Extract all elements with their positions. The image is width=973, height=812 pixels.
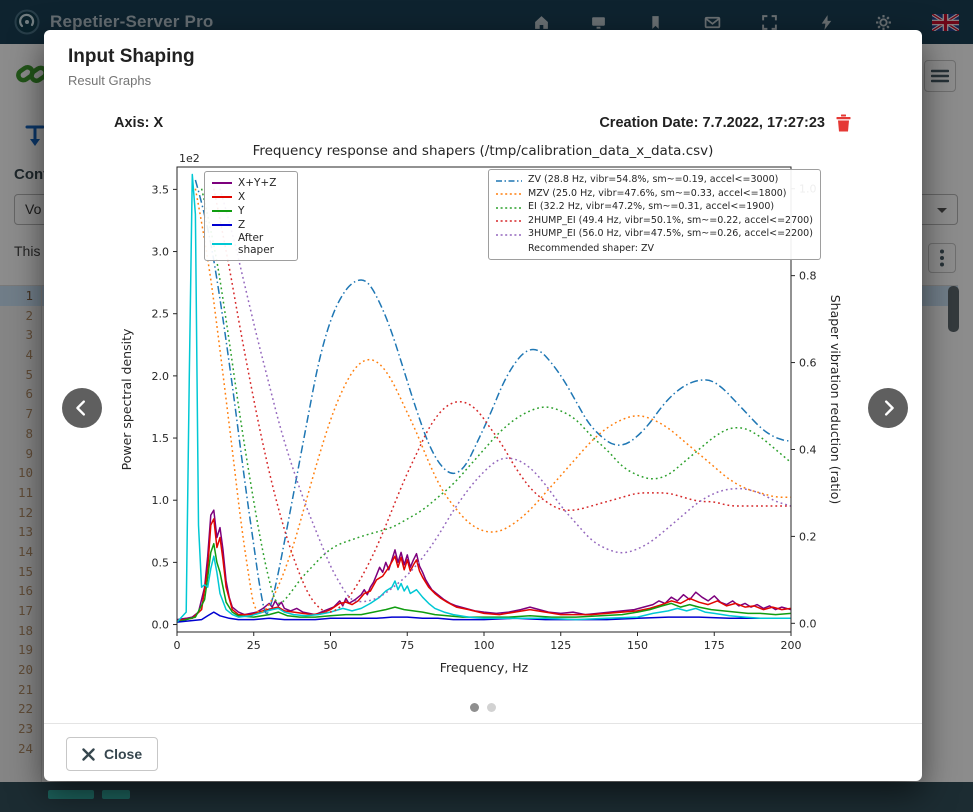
svg-text:0.6: 0.6 bbox=[799, 357, 817, 370]
svg-text:0.0: 0.0 bbox=[152, 619, 170, 632]
close-button-label: Close bbox=[104, 746, 142, 762]
legend-swatch bbox=[212, 195, 232, 199]
svg-text:100: 100 bbox=[474, 639, 495, 652]
modal-footer: Close bbox=[44, 723, 922, 784]
legend-label: Y bbox=[238, 205, 244, 217]
svg-text:Frequency response and shapers: Frequency response and shapers (/tmp/cal… bbox=[253, 143, 714, 159]
legend-swatch bbox=[212, 242, 232, 246]
trash-icon bbox=[835, 114, 852, 132]
modal-header: Input Shaping Result Graphs bbox=[44, 30, 922, 88]
legend-recommended-note: Recommended shaper: ZV bbox=[496, 242, 813, 256]
legend-swatch bbox=[496, 192, 522, 196]
legend-swatch bbox=[496, 179, 522, 183]
svg-text:50: 50 bbox=[324, 639, 338, 652]
legend-entry: EI (32.2 Hz, vibr=47.2%, sm~=0.31, accel… bbox=[496, 201, 813, 215]
carousel-dots bbox=[44, 703, 922, 712]
carousel-dot[interactable] bbox=[487, 703, 496, 712]
legend-label: X+Y+Z bbox=[238, 177, 276, 189]
svg-text:3.0: 3.0 bbox=[152, 246, 170, 259]
legend-swatch bbox=[212, 209, 232, 213]
svg-text:2.0: 2.0 bbox=[152, 370, 170, 383]
legend-entry: 2HUMP_EI (49.4 Hz, vibr=50.1%, sm~=0.22,… bbox=[496, 215, 813, 229]
carousel-prev-button[interactable] bbox=[62, 388, 102, 428]
chart: 0 25 50 75 100 125 150 175 200 0.0 0.5 1.0 1.5 2.0 2.5… bbox=[115, 138, 851, 689]
creation-date: Creation Date: 7.7.2022, 17:27:23 bbox=[599, 115, 825, 131]
legend-label: EI (32.2 Hz, vibr=47.2%, sm~=0.31, accel… bbox=[528, 202, 774, 213]
svg-text:1e2: 1e2 bbox=[179, 152, 200, 165]
legend-entry: X bbox=[212, 190, 290, 204]
legend-swatch bbox=[212, 223, 232, 227]
page: Repetier-Server Pro Confi bbox=[0, 0, 973, 812]
legend-swatch bbox=[212, 181, 232, 185]
axis-label: Axis: X bbox=[114, 115, 163, 131]
svg-text:Frequency, Hz: Frequency, Hz bbox=[440, 660, 529, 675]
svg-text:0.0: 0.0 bbox=[799, 617, 817, 630]
svg-text:0.4: 0.4 bbox=[799, 443, 817, 456]
svg-text:3.5: 3.5 bbox=[152, 183, 170, 196]
delete-result-button[interactable] bbox=[835, 114, 852, 132]
legend-swatch bbox=[496, 233, 522, 237]
svg-text:2.5: 2.5 bbox=[152, 308, 170, 321]
legend-label: 3HUMP_EI (56.0 Hz, vibr=47.5%, sm~=0.26,… bbox=[528, 229, 813, 240]
legend-label: ZV (28.8 Hz, vibr=54.8%, sm~=0.19, accel… bbox=[528, 175, 778, 186]
legend-entry: Z bbox=[212, 218, 290, 232]
input-shaping-modal: Input Shaping Result Graphs Axis: X Crea… bbox=[44, 30, 922, 781]
svg-text:25: 25 bbox=[247, 639, 261, 652]
legend-psd: X+Y+Z X Y Z After shaper bbox=[204, 171, 298, 261]
svg-text:Shaper vibration reduction (ra: Shaper vibration reduction (ratio) bbox=[828, 295, 843, 505]
legend-entry: Y bbox=[212, 204, 290, 218]
legend-label: MZV (25.0 Hz, vibr=47.6%, sm~=0.33, acce… bbox=[528, 189, 787, 200]
legend-shapers: ZV (28.8 Hz, vibr=54.8%, sm~=0.19, accel… bbox=[488, 169, 821, 260]
legend-entry: 3HUMP_EI (56.0 Hz, vibr=47.5%, sm~=0.26,… bbox=[496, 228, 813, 242]
legend-swatch bbox=[496, 206, 522, 210]
svg-text:0.5: 0.5 bbox=[152, 556, 170, 569]
svg-text:0.8: 0.8 bbox=[799, 270, 817, 283]
chevron-right-icon bbox=[877, 397, 899, 419]
legend-label: Z bbox=[238, 219, 245, 231]
svg-text:Power spectral density: Power spectral density bbox=[119, 328, 134, 470]
chart-area: 0 25 50 75 100 125 150 175 200 0.0 0.5 1.0 1.5 2.0 2.5… bbox=[44, 138, 922, 689]
svg-text:125: 125 bbox=[550, 639, 571, 652]
svg-text:0: 0 bbox=[174, 639, 181, 652]
svg-text:150: 150 bbox=[627, 639, 648, 652]
svg-text:1.0: 1.0 bbox=[152, 494, 170, 507]
svg-text:1.5: 1.5 bbox=[152, 432, 170, 445]
svg-text:75: 75 bbox=[400, 639, 414, 652]
modal-subtitle: Result Graphs bbox=[68, 73, 898, 88]
svg-text:200: 200 bbox=[781, 639, 802, 652]
legend-entry: ZV (28.8 Hz, vibr=54.8%, sm~=0.19, accel… bbox=[496, 174, 813, 188]
svg-text:175: 175 bbox=[704, 639, 725, 652]
chevron-left-icon bbox=[71, 397, 93, 419]
close-button[interactable]: Close bbox=[66, 737, 158, 771]
carousel-next-button[interactable] bbox=[868, 388, 908, 428]
close-icon bbox=[82, 748, 95, 761]
graph-meta-row: Axis: X Creation Date: 7.7.2022, 17:27:2… bbox=[114, 114, 852, 132]
legend-entry: X+Y+Z bbox=[212, 176, 290, 190]
legend-label: X bbox=[238, 191, 245, 203]
svg-text:0.2: 0.2 bbox=[799, 530, 817, 543]
legend-entry: After shaper bbox=[212, 232, 290, 256]
legend-entry: MZV (25.0 Hz, vibr=47.6%, sm~=0.33, acce… bbox=[496, 188, 813, 202]
modal-title: Input Shaping bbox=[68, 46, 898, 68]
carousel-dot[interactable] bbox=[470, 703, 479, 712]
legend-swatch bbox=[496, 219, 522, 223]
legend-label: 2HUMP_EI (49.4 Hz, vibr=50.1%, sm~=0.22,… bbox=[528, 216, 813, 227]
legend-label: After shaper bbox=[238, 232, 290, 256]
